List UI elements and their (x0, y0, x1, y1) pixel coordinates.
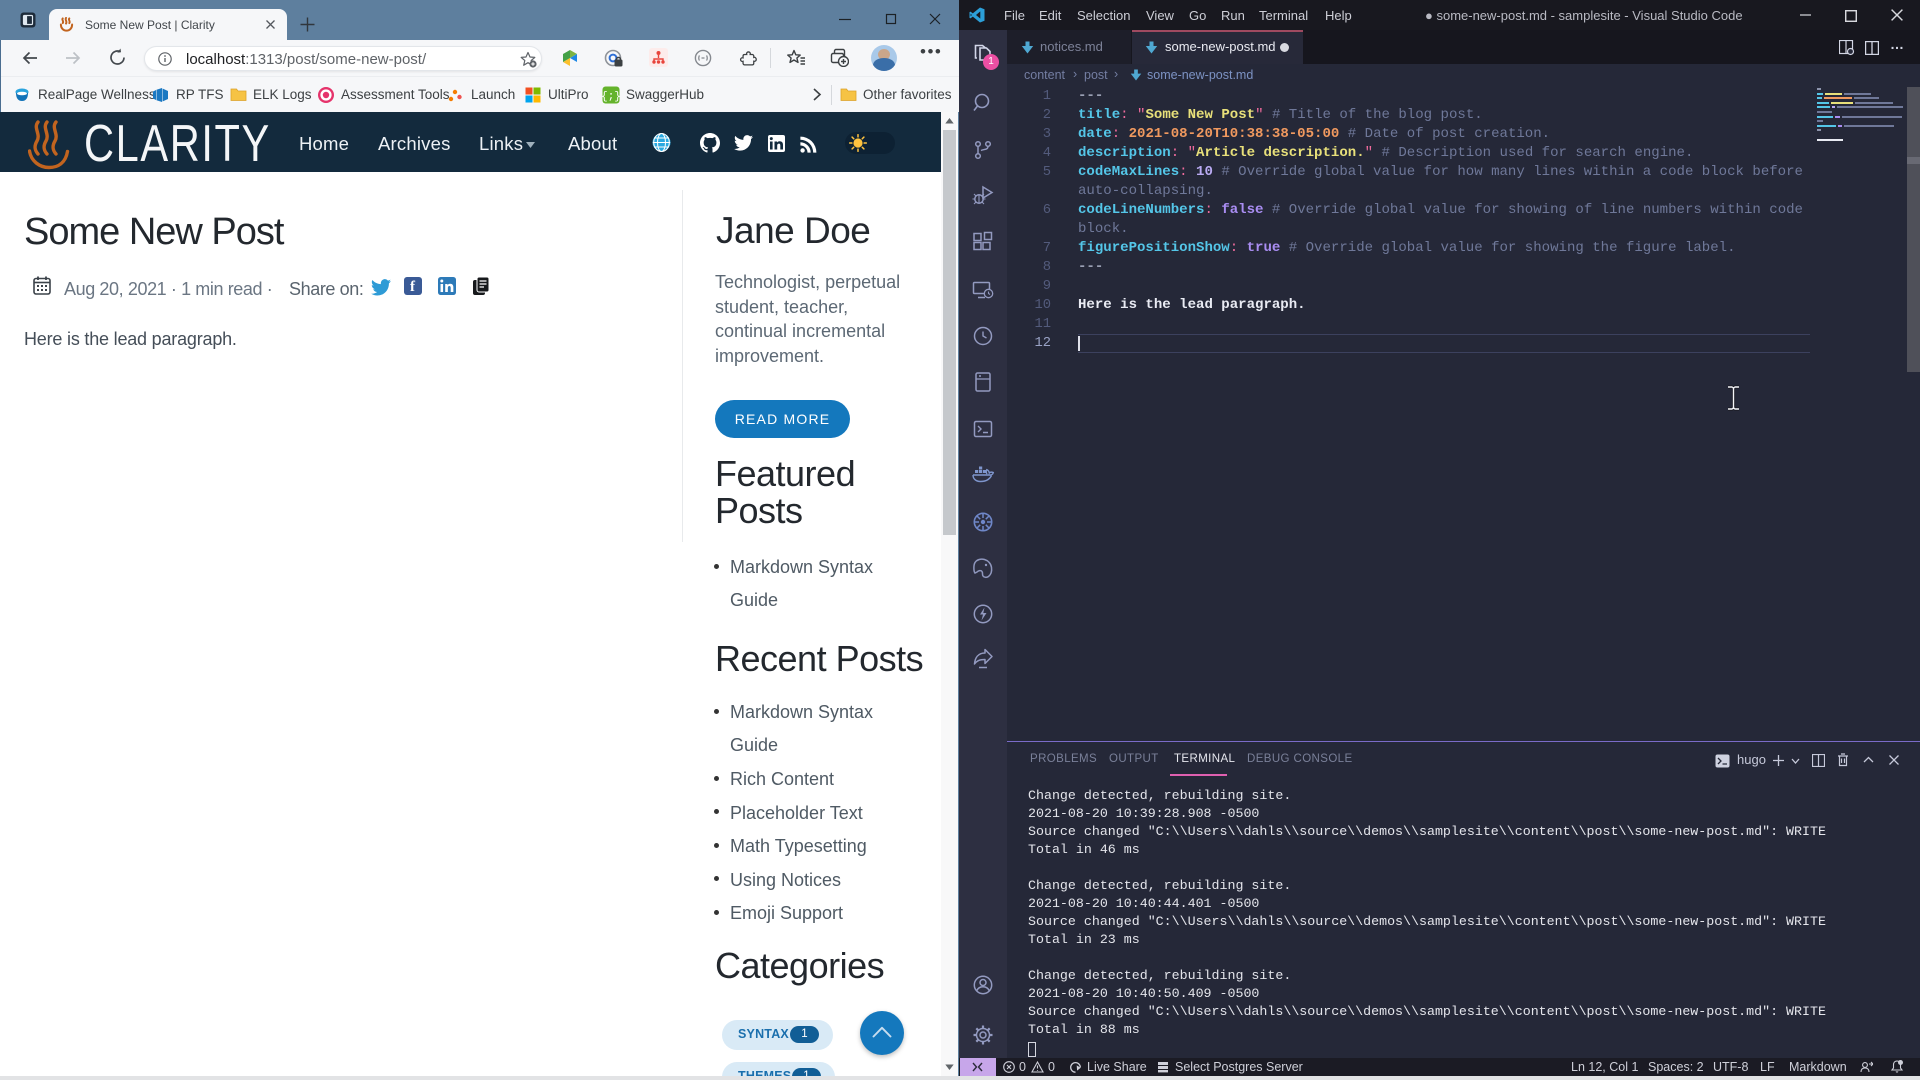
svg-text:{;}: {;} (602, 91, 620, 103)
